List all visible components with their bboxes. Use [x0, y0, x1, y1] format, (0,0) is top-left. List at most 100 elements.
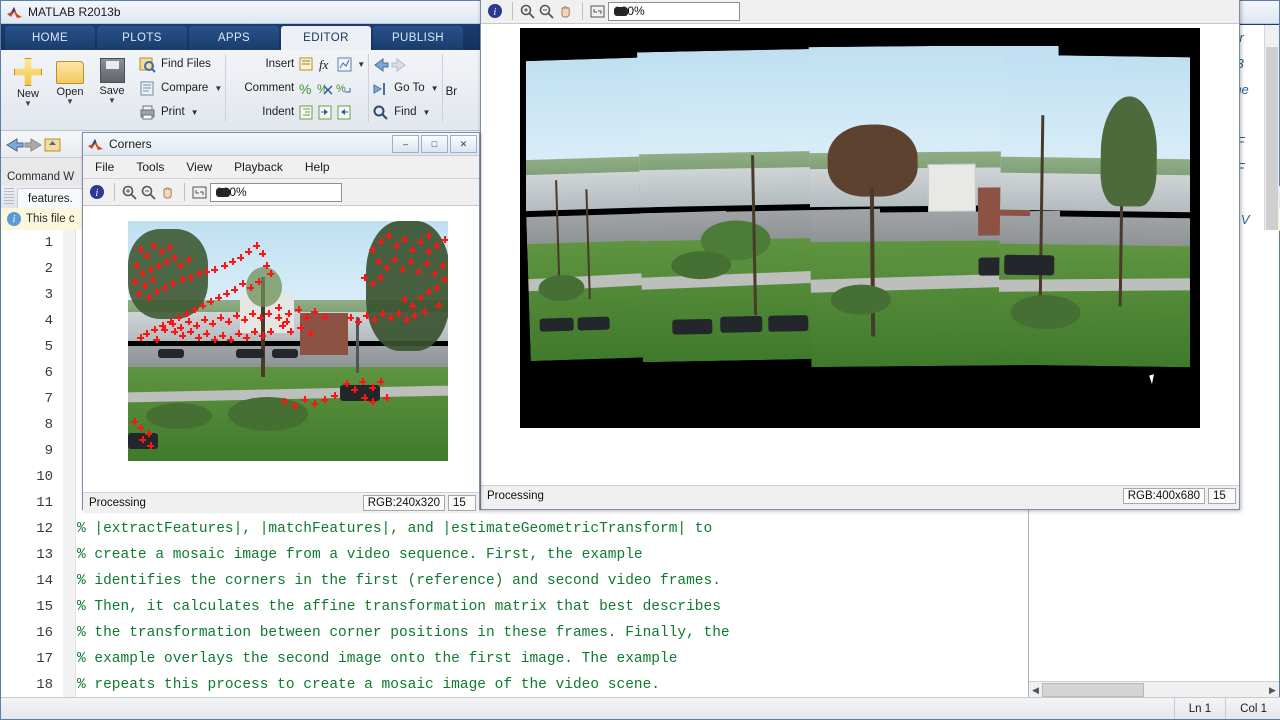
wrap-comment-icon[interactable]: % [336, 80, 353, 97]
save-button[interactable]: Save ▼ [91, 54, 133, 126]
code-line[interactable]: % identifies the corners in the first (r… [77, 568, 1031, 594]
pan-hand-icon[interactable] [159, 184, 176, 201]
find-files-button[interactable]: Find Files [139, 52, 222, 76]
corner-marker [137, 334, 144, 341]
nav-up-folder-icon[interactable] [43, 136, 61, 153]
tab-publish[interactable]: PUBLISH [373, 26, 463, 50]
fit-to-window-icon[interactable] [191, 184, 208, 201]
back-arrow-icon[interactable] [372, 56, 389, 73]
find-button[interactable]: Find ▼ [372, 100, 438, 124]
corners-video-window[interactable]: Corners – □ ✕ File Tools View Playback H… [82, 132, 480, 513]
status-col-indicator: Col 1 [1225, 698, 1280, 719]
maximize-button[interactable]: □ [421, 135, 448, 153]
print-icon [139, 104, 156, 121]
workspace-scroll-thumb[interactable] [1042, 683, 1144, 697]
go-to-label: Go To [394, 82, 425, 94]
chevron-down-icon[interactable]: ▼ [24, 100, 32, 108]
zoom-in-icon[interactable] [121, 184, 138, 201]
corner-marker [235, 330, 242, 337]
chevron-down-icon[interactable]: ▼ [423, 108, 431, 117]
code-line[interactable]: % example overlays the second image onto… [77, 646, 1031, 672]
menu-view[interactable]: View [186, 160, 212, 174]
new-button[interactable]: New ▼ [7, 54, 49, 126]
svg-text:%: % [299, 81, 311, 97]
minimize-button[interactable]: – [392, 135, 419, 153]
nav-forward-icon[interactable] [24, 136, 42, 153]
corners-canvas[interactable] [83, 206, 479, 492]
nav-back-icon[interactable] [5, 136, 24, 153]
drag-grip-icon[interactable] [4, 188, 14, 206]
corner-marker [241, 316, 248, 323]
corners-zoom-combo[interactable]: 100% ▼ [210, 182, 342, 202]
code-line[interactable]: % repeats this process to create a mosai… [77, 672, 1031, 698]
chevron-down-icon[interactable]: ▼ [191, 108, 199, 117]
chevron-down-icon[interactable]: ▼ [66, 98, 74, 106]
corner-marker [187, 328, 194, 335]
zoom-out-icon[interactable] [140, 184, 157, 201]
tab-plots[interactable]: PLOTS [97, 26, 187, 50]
corners-title-bar[interactable]: Corners – □ ✕ [83, 133, 479, 156]
menu-file[interactable]: File [95, 160, 114, 174]
chevron-down-icon[interactable]: ▼ [357, 60, 365, 69]
comment-icon[interactable]: % [298, 80, 315, 97]
close-button[interactable]: ✕ [450, 135, 477, 153]
corner-marker [217, 314, 224, 321]
zoom-in-icon[interactable] [519, 3, 536, 20]
info-circle-icon[interactable]: i [487, 3, 504, 20]
tab-home[interactable]: HOME [5, 26, 95, 50]
chevron-down-icon[interactable]: ▼ [431, 84, 439, 93]
tab-apps[interactable]: APPS [189, 26, 279, 50]
menu-help[interactable]: Help [305, 160, 330, 174]
corner-marker [275, 314, 282, 321]
code-line[interactable]: % |extractFeatures|, |matchFeatures|, an… [77, 516, 1031, 542]
menu-playback[interactable]: Playback [234, 160, 283, 174]
insert-function-icon[interactable]: fx [317, 56, 334, 73]
corners-status-message: Processing [89, 497, 146, 509]
code-line[interactable]: % the transformation between corner posi… [77, 620, 1031, 646]
go-to-icon [372, 80, 389, 97]
info-circle-icon[interactable]: i [89, 184, 106, 201]
go-to-button[interactable]: Go To ▼ [372, 76, 439, 100]
indent-left-icon[interactable] [336, 104, 353, 121]
compare-button[interactable]: Compare ▼ [139, 76, 222, 100]
workspace-horizontal-scrollbar[interactable]: ◀ ▶ [1029, 681, 1279, 698]
mosaic-canvas[interactable] [481, 24, 1239, 485]
corner-marker [393, 242, 400, 249]
zoom-out-icon[interactable] [538, 3, 555, 20]
corner-marker [361, 394, 368, 401]
corner-marker [401, 296, 408, 303]
file-tab-features[interactable]: features. [17, 188, 84, 208]
scroll-left-arrow-icon[interactable]: ◀ [1029, 685, 1042, 696]
mosaic-zoom-combo[interactable]: 100% ▼ [608, 1, 740, 21]
line-number: 15 [36, 599, 53, 615]
code-line[interactable]: % Then, it calculates the affine transfo… [77, 594, 1031, 620]
menu-tools[interactable]: Tools [136, 160, 164, 174]
corner-marker [169, 280, 176, 287]
open-button[interactable]: Open ▼ [49, 54, 91, 126]
insert-figure-icon[interactable] [336, 56, 353, 73]
tab-editor[interactable]: EDITOR [281, 26, 371, 50]
scroll-right-arrow-icon[interactable]: ▶ [1266, 685, 1279, 696]
mosaic-video-window[interactable]: i 100% ▼ Processing RGB:400x680 15 [480, 0, 1240, 510]
corner-marker [307, 330, 314, 337]
corner-marker [139, 270, 146, 277]
chevron-down-icon[interactable]: ▼ [216, 187, 230, 197]
corner-marker [265, 310, 272, 317]
chevron-down-icon[interactable]: ▼ [214, 84, 222, 93]
chevron-down-icon[interactable]: ▼ [108, 97, 116, 105]
uncomment-icon[interactable]: % [317, 80, 334, 97]
smart-indent-icon[interactable] [298, 104, 315, 121]
corner-marker [166, 244, 173, 251]
insert-block-icon[interactable] [298, 56, 315, 73]
indent-right-icon[interactable] [317, 104, 334, 121]
chevron-down-icon[interactable]: ▼ [614, 6, 628, 16]
corner-marker [177, 324, 184, 331]
corners-frame-indicator: 15 [448, 495, 476, 511]
corner-marker [141, 282, 148, 289]
print-button[interactable]: Print ▼ [139, 100, 222, 124]
fit-to-window-icon[interactable] [589, 3, 606, 20]
code-line[interactable]: % create a mosaic image from a video seq… [77, 542, 1031, 568]
toolbar-divider [512, 2, 513, 20]
pan-hand-icon[interactable] [557, 3, 574, 20]
corner-marker [347, 314, 354, 321]
